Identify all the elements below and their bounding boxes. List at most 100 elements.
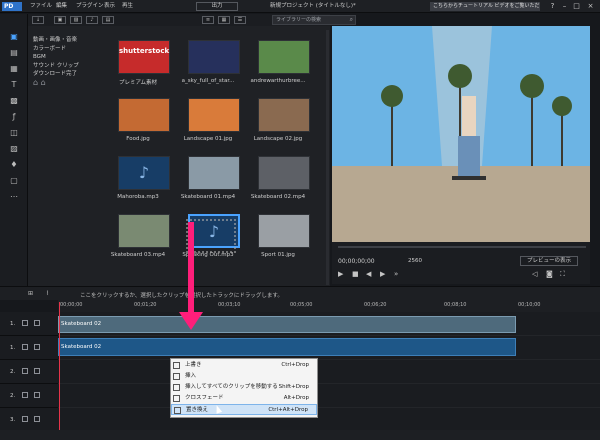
track-lock-icon[interactable]: [34, 320, 40, 326]
menu-plugin[interactable]: プラグイン: [76, 2, 104, 11]
prev-frame-icon[interactable]: ◀: [366, 270, 371, 278]
category-sound-clip[interactable]: サウンド クリップ: [28, 62, 104, 71]
tutorial-banner[interactable]: こちらからチュートリアル ビデオをご覧いただけます。: [430, 2, 540, 11]
next-frame-icon[interactable]: ▶: [380, 270, 385, 278]
tag-icon[interactable]: ⌂ ⌂: [28, 78, 104, 88]
preview-toggle-button[interactable]: プレビューの表示: [520, 256, 578, 266]
fx-room-icon[interactable]: ƒ: [8, 112, 20, 122]
chapter-room-icon[interactable]: ▨: [8, 144, 20, 154]
video-clip[interactable]: Skateboard 02: [58, 316, 516, 333]
timeline-scrollbar[interactable]: [0, 430, 600, 440]
filter-video-icon[interactable]: ▣: [54, 16, 66, 24]
media-item[interactable]: Food.jpg: [104, 84, 172, 142]
replace-icon: [174, 407, 181, 414]
menu-view[interactable]: 表示: [104, 2, 115, 11]
snapshot-icon[interactable]: ◙: [546, 270, 553, 278]
menu-item-label: クロスフェード: [185, 395, 224, 401]
stop-icon[interactable]: ■: [352, 270, 359, 278]
track-number: 2.: [10, 393, 16, 399]
video-track-3[interactable]: [58, 408, 600, 432]
mic-icon[interactable]: ♦: [8, 160, 20, 170]
grid-scrollbar[interactable]: [326, 30, 329, 285]
filter-audio-icon[interactable]: ♪: [86, 16, 98, 24]
close-icon[interactable]: ×: [586, 2, 595, 11]
media-thumbnail: [258, 98, 310, 132]
menu-crossfade[interactable]: クロスフェード Alt+Drop: [171, 393, 317, 404]
media-item[interactable]: Skateboard 02.mp4: [244, 142, 312, 200]
menu-playback[interactable]: 再生: [122, 2, 133, 11]
audio-track-2[interactable]: [58, 384, 600, 408]
app-logo[interactable]: PD: [2, 2, 22, 11]
audio-track-1[interactable]: Skateboard 02: [58, 336, 600, 360]
menu-overwrite[interactable]: 上書き Ctrl+Drop: [171, 360, 317, 371]
category-media[interactable]: 動画・画像・音楽: [28, 36, 104, 45]
track-header-audio-1: 1.: [0, 336, 58, 360]
track-manager-icon[interactable]: ⊞: [28, 290, 33, 297]
media-item[interactable]: Skateboard 01.mp4: [174, 142, 242, 200]
track-lock-icon[interactable]: [34, 392, 40, 398]
media-thumbnail: [258, 40, 310, 74]
media-item[interactable]: a_sky_full_of_star...: [174, 26, 242, 84]
timeline-ruler[interactable]: 00;00;00 00;01;20 00;03;10 00;05;00 00;0…: [58, 300, 600, 312]
track-lock-icon[interactable]: [34, 344, 40, 350]
pip-room-icon[interactable]: ▦: [8, 64, 20, 74]
effects-room-icon[interactable]: ▤: [8, 48, 20, 58]
fullscreen-icon[interactable]: ⛶: [560, 270, 565, 279]
track-visibility-checkbox[interactable]: [22, 392, 28, 398]
playback-slider[interactable]: [338, 246, 586, 248]
category-panel: 動画・画像・音楽 カラーボード BGM サウンド クリップ ダウンロード完了 ⌂…: [28, 26, 104, 286]
video-track-2[interactable]: [58, 360, 600, 384]
media-item[interactable]: Skateboard 03.mp4: [104, 200, 172, 258]
transition-room-icon[interactable]: ▩: [8, 96, 20, 106]
list-view-icon[interactable]: ☰: [234, 16, 246, 24]
volume-icon[interactable]: ◁: [532, 270, 537, 278]
menu-insert-and-move[interactable]: 挿入してすべてのクリップを移動する Shift+Drop: [171, 382, 317, 393]
track-lock-icon[interactable]: [34, 368, 40, 374]
quality-selector[interactable]: 2560: [408, 258, 422, 264]
menu-edit[interactable]: 編集: [56, 2, 67, 11]
video-track-1[interactable]: Skateboard 02: [58, 312, 600, 336]
filter-image-icon[interactable]: ▨: [70, 16, 82, 24]
search-icon[interactable]: ⌕: [350, 16, 353, 24]
track-header-video-1: 1.: [0, 312, 58, 336]
subtitle-room-icon[interactable]: ▢: [8, 176, 20, 186]
media-item[interactable]: shutterstock プレミアム素材: [104, 26, 172, 86]
ruler-tick: 00;01;20: [134, 302, 157, 308]
track-number: 1.: [10, 321, 16, 327]
media-item[interactable]: Landscape 02.jpg: [244, 84, 312, 142]
media-item[interactable]: Sport 01.jpg: [244, 200, 312, 258]
track-visibility-checkbox[interactable]: [22, 344, 28, 350]
menu-replace[interactable]: 置き換え Ctrl+Alt+Drop: [171, 404, 317, 415]
audio-mixer-icon[interactable]: ◫: [8, 128, 20, 138]
maximize-icon[interactable]: □: [572, 2, 581, 11]
media-thumbnail: [258, 156, 310, 190]
title-room-icon[interactable]: T: [8, 80, 20, 90]
track-visibility-checkbox[interactable]: [22, 320, 28, 326]
menu-insert[interactable]: 挿入: [171, 371, 317, 382]
media-item[interactable]: Landscape 01.jpg: [174, 84, 242, 142]
help-icon[interactable]: ?: [548, 2, 557, 11]
media-item[interactable]: andrewarthurbree...: [244, 26, 312, 84]
minimize-icon[interactable]: –: [560, 2, 569, 11]
fast-forward-icon[interactable]: »: [394, 270, 398, 278]
track-visibility-checkbox[interactable]: [22, 416, 28, 422]
filter-other-icon[interactable]: ▤: [102, 16, 114, 24]
library-search-input[interactable]: ライブラリーの検索 ⌕: [272, 15, 356, 25]
category-bgm[interactable]: BGM: [28, 53, 104, 62]
media-item[interactable]: ♪ Mahoroba.mp3: [104, 142, 172, 200]
media-room-icon[interactable]: ▣: [8, 32, 20, 42]
import-icon[interactable]: ↓: [32, 16, 44, 24]
menu-file[interactable]: ファイル: [30, 2, 52, 11]
playhead[interactable]: [59, 302, 60, 432]
track-lock-icon[interactable]: [34, 416, 40, 422]
category-colorboard[interactable]: カラーボード: [28, 45, 104, 54]
sort-icon[interactable]: ≡: [202, 16, 214, 24]
more-icon[interactable]: ⋯: [8, 192, 20, 202]
video-clip-label: Skateboard 02: [61, 321, 102, 327]
audio-clip[interactable]: Skateboard 02: [58, 338, 516, 356]
grid-view-icon[interactable]: ▦: [218, 16, 230, 24]
track-visibility-checkbox[interactable]: [22, 368, 28, 374]
play-icon[interactable]: ▶: [338, 270, 343, 278]
split-icon[interactable]: ⌇: [46, 290, 49, 297]
export-button[interactable]: 出力: [196, 2, 238, 11]
